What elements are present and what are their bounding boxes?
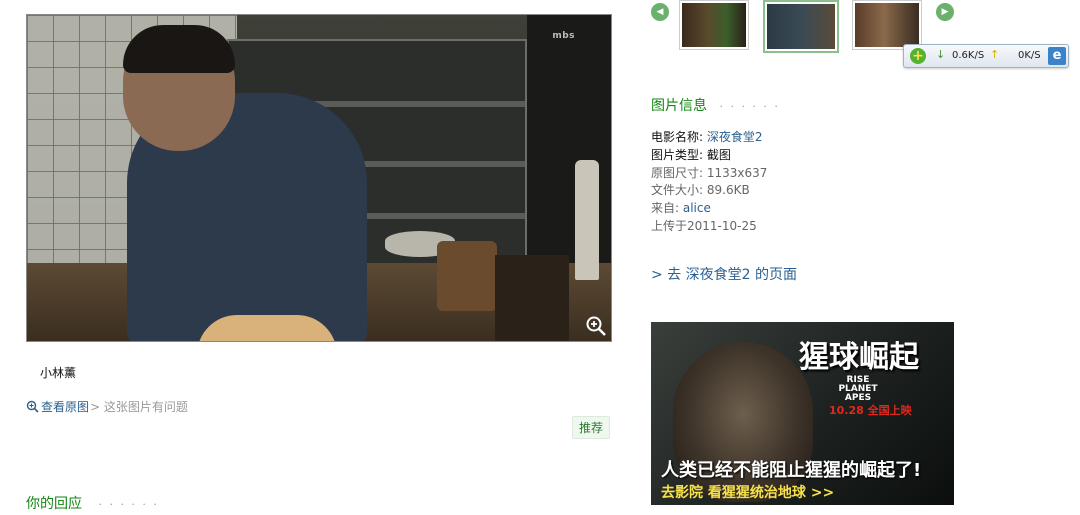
ad-title: 猩球崛起 xyxy=(799,340,919,375)
photo-cup xyxy=(495,255,569,341)
view-original-link[interactable]: 查看原图 xyxy=(26,398,89,415)
arrow-left-icon[interactable]: ◀ xyxy=(651,3,669,21)
recommend-button[interactable]: 推荐 xyxy=(572,416,611,439)
ad-subtitle: RISE PLANET APES xyxy=(838,375,878,403)
thumbnail-selected[interactable] xyxy=(763,0,839,53)
your-reply-label: 你的回应 xyxy=(26,496,82,512)
info-filesize-row: 文件大小: 89.6KB xyxy=(651,181,750,198)
ad-release-date: 10.28 全国上映 xyxy=(829,404,912,417)
heading-dots: · · · · · · xyxy=(98,498,159,511)
download-speed-widget[interactable]: + ↓ 0.6K/S ↑ 0K/S e xyxy=(903,44,1069,68)
info-size-label: 原图尺寸: xyxy=(651,166,707,180)
photo-caption: 小林薰 xyxy=(40,366,77,380)
thumbnail[interactable] xyxy=(679,0,749,50)
photo-bottle xyxy=(575,160,599,280)
goto-movie-page-link[interactable]: > 去 深夜食堂2 的页面 xyxy=(651,264,797,284)
photo-bowl xyxy=(197,315,337,341)
ad-cta-link[interactable]: 去影院 看猩猩统治地球 >> xyxy=(661,482,834,502)
photo-watermark: mbs xyxy=(552,31,575,41)
main-photo[interactable]: mbs xyxy=(26,14,612,342)
info-from-label: 来自: xyxy=(651,201,683,215)
ie-icon[interactable]: e xyxy=(1048,47,1066,65)
magnifier-icon xyxy=(26,400,39,413)
info-type-value: 截图 xyxy=(706,148,731,162)
thumbnail-image xyxy=(855,3,919,47)
info-filesize-value: 89.6KB xyxy=(706,183,750,197)
heading-dots: · · · · · · xyxy=(719,100,780,113)
picture-info-label: 图片信息 xyxy=(651,98,707,114)
thumbnail-image xyxy=(767,4,835,49)
thumbnail[interactable] xyxy=(852,0,922,50)
info-uploaded: 上传于2011-10-25 xyxy=(651,219,757,233)
zoom-in-icon[interactable] xyxy=(585,315,607,337)
photo-person-hair xyxy=(123,25,235,73)
info-type-label: 图片类型: xyxy=(651,148,707,162)
info-movie-link[interactable]: 深夜食堂2 xyxy=(707,130,763,144)
up-arrow-icon: ↑ xyxy=(990,48,1000,61)
picture-info-heading: 图片信息 · · · · · · xyxy=(651,95,780,115)
info-size-row: 原图尺寸: 1133x637 xyxy=(651,164,767,181)
down-arrow-icon: ↓ xyxy=(936,48,946,61)
info-filesize-label: 文件大小: xyxy=(651,183,707,197)
ad-banner[interactable]: 猩球崛起 RISE PLANET APES 10.28 全国上映 人类已经不能阻… xyxy=(651,322,954,505)
ad-tagline: 人类已经不能阻止猩猩的崛起了! xyxy=(661,460,922,481)
info-from-link[interactable]: alice xyxy=(683,201,711,215)
info-movie-label: 电影名称: xyxy=(651,130,707,144)
info-from-row: 来自: alice xyxy=(651,199,711,216)
arrow-right-icon[interactable]: ▶ xyxy=(936,3,954,21)
report-problem-link[interactable]: > 这张图片有问题 xyxy=(90,398,188,415)
info-movie-row: 电影名称: 深夜食堂2 xyxy=(651,128,763,145)
view-original-label[interactable]: 查看原图 xyxy=(41,398,89,415)
your-reply-heading: 你的回应 · · · · · · xyxy=(26,493,159,513)
download-speed: 0.6K/S xyxy=(952,50,985,61)
plus-icon[interactable]: + xyxy=(910,48,926,64)
photo-jar xyxy=(437,241,497,311)
info-size-value: 1133x637 xyxy=(706,166,768,180)
thumbnail-image xyxy=(682,3,746,47)
upload-speed: 0K/S xyxy=(1018,50,1041,61)
info-type-row: 图片类型: 截图 xyxy=(651,146,731,163)
